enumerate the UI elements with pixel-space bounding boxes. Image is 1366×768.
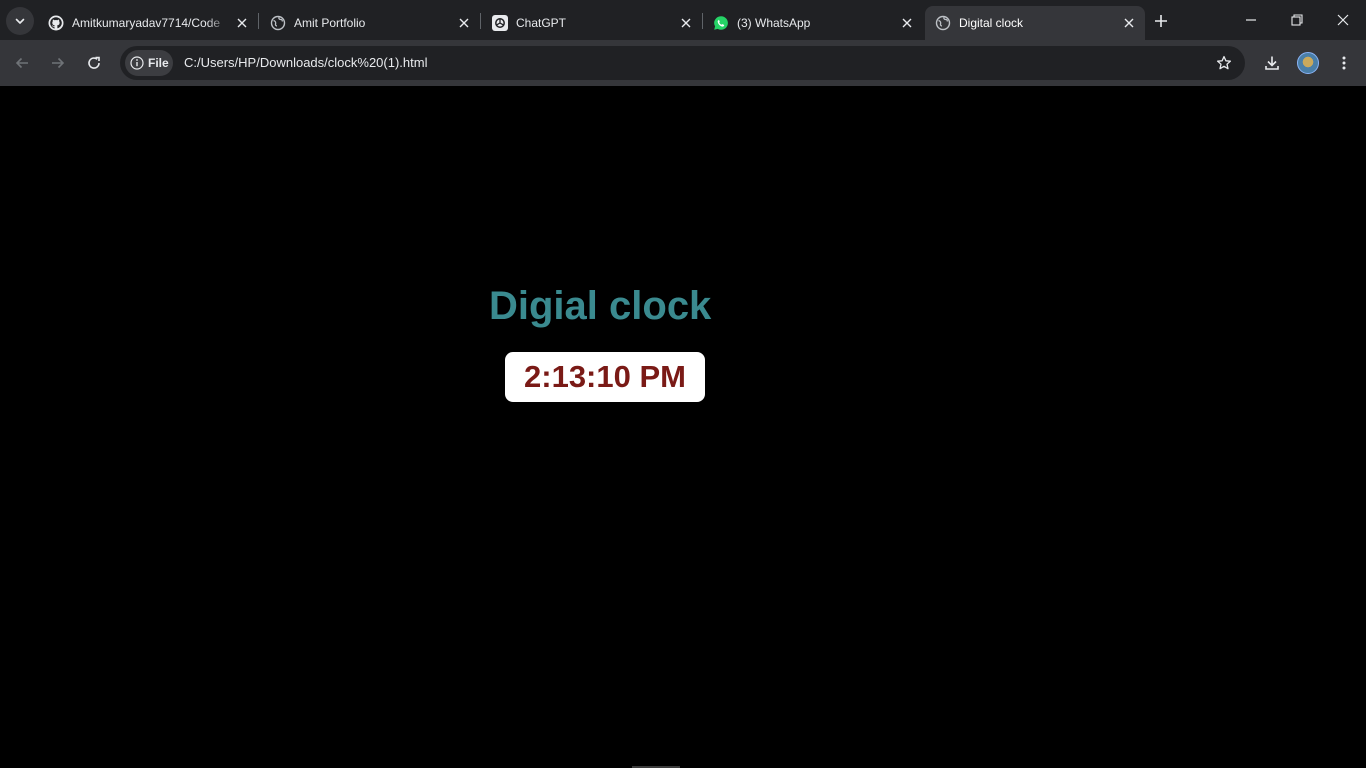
tab-title: Amitkumaryadav7714/Code (72, 16, 221, 30)
chatgpt-icon (492, 15, 508, 31)
close-icon[interactable] (899, 15, 915, 31)
tab-divider (480, 13, 481, 29)
close-icon[interactable] (1121, 15, 1137, 31)
reload-button[interactable] (78, 47, 110, 79)
whatsapp-icon (713, 15, 729, 31)
tab-title: ChatGPT (516, 16, 567, 30)
new-tab-button[interactable] (1148, 8, 1174, 34)
tab-digital-clock[interactable]: Digital clock (925, 6, 1145, 40)
tab-strip: Amitkumaryadav7714/Code Amit Portfolio C… (0, 0, 1366, 40)
plus-icon (1155, 15, 1167, 27)
github-icon (48, 15, 64, 31)
browser-toolbar: File C:/Users/HP/Downloads/clock%20(1).h… (0, 40, 1366, 86)
download-icon (1265, 56, 1279, 70)
close-icon[interactable] (234, 15, 250, 31)
close-window-button[interactable] (1320, 0, 1366, 40)
page-title: Digial clock (489, 284, 712, 328)
url-text[interactable]: C:/Users/HP/Downloads/clock%20(1).html (184, 55, 427, 70)
arrow-right-icon (52, 57, 65, 69)
tab-title: Amit Portfolio (294, 16, 366, 30)
close-icon (1337, 14, 1349, 26)
tab-portfolio[interactable]: Amit Portfolio (260, 6, 480, 40)
page-viewport: Digial clock 2:13:10 PM (0, 86, 1366, 768)
more-vert-icon (1342, 56, 1346, 70)
site-info-chip[interactable]: File (125, 50, 173, 76)
tab-search-button[interactable] (6, 7, 34, 35)
star-icon (1216, 55, 1232, 70)
downloads-button[interactable] (1256, 47, 1288, 79)
clock-display: 2:13:10 PM (505, 352, 705, 402)
arrow-left-icon (15, 57, 28, 69)
tab-chatgpt[interactable]: ChatGPT (482, 6, 702, 40)
close-icon[interactable] (678, 15, 694, 31)
tab-divider (258, 13, 259, 29)
globe-icon (935, 15, 951, 31)
chevron-down-icon (15, 18, 25, 24)
close-icon[interactable] (456, 15, 472, 31)
minimize-button[interactable] (1228, 0, 1274, 40)
back-button[interactable] (6, 47, 38, 79)
bookmark-star-button[interactable] (1215, 54, 1233, 72)
profile-button[interactable] (1292, 47, 1324, 79)
globe-icon (270, 15, 286, 31)
restore-icon (1291, 14, 1303, 26)
tab-title: Digital clock (959, 16, 1024, 30)
info-icon (130, 56, 144, 70)
restore-button[interactable] (1274, 0, 1320, 40)
site-info-label: File (148, 56, 169, 70)
minimize-icon (1246, 19, 1256, 21)
reload-icon (88, 56, 100, 69)
avatar (1297, 52, 1319, 74)
tab-title: (3) WhatsApp (737, 16, 811, 30)
clock-time: 2:13:10 PM (524, 359, 686, 394)
tab-whatsapp[interactable]: (3) WhatsApp (703, 6, 923, 40)
tab-github[interactable]: Amitkumaryadav7714/Code (38, 6, 258, 40)
forward-button[interactable] (42, 47, 74, 79)
address-bar[interactable]: File C:/Users/HP/Downloads/clock%20(1).h… (120, 46, 1245, 80)
menu-button[interactable] (1328, 47, 1360, 79)
